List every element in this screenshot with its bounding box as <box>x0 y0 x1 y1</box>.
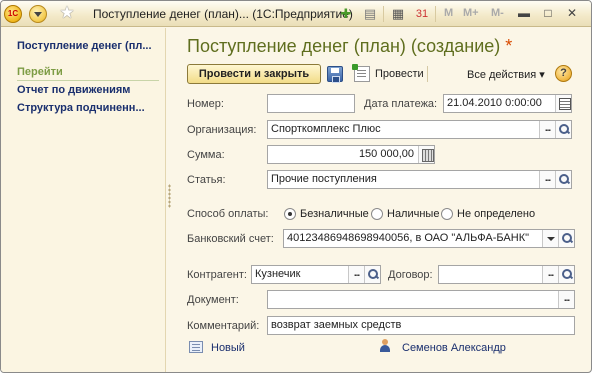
main-menu-icon[interactable] <box>29 5 47 23</box>
select-dots-icon[interactable]: ... <box>348 266 364 283</box>
toolbar-divider <box>435 6 436 22</box>
toolbar-divider <box>383 6 384 22</box>
help-icon[interactable]: ? <box>555 65 572 82</box>
form-area: Поступление денег (план) (создание) * Пр… <box>171 28 591 372</box>
logo-1c-icon[interactable]: 1С <box>4 5 22 23</box>
select-dots-icon[interactable]: ... <box>539 171 555 188</box>
sidebar-section-goto: Перейти <box>17 66 159 81</box>
contract-field[interactable]: ... <box>438 265 575 284</box>
dropdown-arrow-icon[interactable] <box>542 230 558 247</box>
maximize-icon[interactable]: □ <box>539 5 557 22</box>
comment-label: Комментарий: <box>187 320 260 332</box>
radio-cash-label[interactable]: Наличные <box>387 208 439 220</box>
post-document-icon[interactable] <box>352 64 370 82</box>
amount-field[interactable]: 150 000,00 <box>267 145 435 164</box>
counterparty-field[interactable]: Кузнечик ... <box>251 265 381 284</box>
app-window: 1С ★ Поступление денег (план)... (1С:Пре… <box>0 0 592 373</box>
bank-account-value: 40123486948698940056, в ОАО "АЛЬФА-БАНК" <box>287 232 529 244</box>
search-icon[interactable] <box>364 266 380 283</box>
article-label: Статья: <box>187 174 226 186</box>
all-actions-label: Все действия <box>467 69 537 81</box>
article-value: Прочие поступления <box>271 173 377 185</box>
calculator-icon[interactable]: ▦ <box>389 5 407 23</box>
radio-cashless[interactable] <box>284 208 296 220</box>
organization-field[interactable]: Спорткомплекс Плюс ... <box>267 120 572 139</box>
counterparty-label: Контрагент: <box>187 269 247 281</box>
document-label: Документ: <box>187 294 239 306</box>
title-bar: 1С ★ Поступление денег (план)... (1С:Пре… <box>1 1 591 27</box>
payment-method-label: Способ оплаты: <box>187 208 269 220</box>
search-icon[interactable] <box>558 266 574 283</box>
organization-value: Спорткомплекс Плюс <box>271 123 381 135</box>
minimize-icon[interactable]: ▬ <box>515 5 533 22</box>
document-status: Новый <box>211 342 245 354</box>
select-dots-icon[interactable]: ... <box>539 121 555 138</box>
post-and-close-button[interactable]: Провести и закрыть <box>187 64 321 84</box>
bank-account-field[interactable]: 40123486948698940056, в ОАО "АЛЬФА-БАНК" <box>283 229 575 248</box>
number-label: Номер: <box>187 98 224 110</box>
calendar-icon[interactable] <box>555 95 571 112</box>
search-icon[interactable] <box>555 171 571 188</box>
author-name: Семенов Александр <box>402 342 506 354</box>
memory-button-m-minus[interactable]: M- <box>491 7 504 19</box>
sidebar-link-structure[interactable]: Структура подчиненн... <box>17 102 145 114</box>
calendar-icon[interactable]: 31 <box>413 5 431 23</box>
number-field[interactable] <box>267 94 355 113</box>
comment-field[interactable]: возврат заемных средств <box>267 316 575 335</box>
save-icon[interactable] <box>327 66 343 83</box>
sidebar-link-movements-report[interactable]: Отчет по движениям <box>17 84 130 96</box>
select-dots-icon[interactable]: ... <box>542 266 558 283</box>
radio-cash[interactable] <box>371 208 383 220</box>
add-favorite-icon[interactable]: ✚ <box>337 5 355 23</box>
organization-label: Организация: <box>187 124 257 136</box>
document-status-icon <box>189 341 203 353</box>
toolbar-divider <box>427 66 428 82</box>
amount-label: Сумма: <box>187 149 225 161</box>
post-button[interactable]: Провести <box>375 68 424 80</box>
sidebar: Поступление денег (пл... Перейти Отчет п… <box>1 28 166 372</box>
radio-undefined[interactable] <box>441 208 453 220</box>
form-title: Поступление денег (план) (создание) * <box>187 36 512 57</box>
form-title-text: Поступление денег (план) (создание) <box>187 36 501 56</box>
close-icon[interactable]: ✕ <box>563 5 581 22</box>
favorite-star-icon[interactable]: ★ <box>58 4 76 23</box>
radio-cashless-label[interactable]: Безналичные <box>300 208 369 220</box>
search-icon[interactable] <box>555 121 571 138</box>
payment-date-value: 21.04.2010 0:00:00 <box>447 97 542 109</box>
amount-value: 150 000,00 <box>358 148 414 160</box>
memory-button-m-plus[interactable]: M+ <box>463 7 479 19</box>
history-icon[interactable]: ▤ <box>361 5 379 23</box>
payment-date-field[interactable]: 21.04.2010 0:00:00 <box>443 94 572 113</box>
payment-date-label: Дата платежа: <box>364 98 438 110</box>
radio-undefined-label[interactable]: Не определено <box>457 208 535 220</box>
search-icon[interactable] <box>558 230 574 247</box>
calculator-icon[interactable] <box>418 146 434 163</box>
user-icon <box>379 339 391 353</box>
memory-button-m[interactable]: M <box>444 7 453 19</box>
select-dots-icon[interactable]: ... <box>558 291 574 308</box>
counterparty-value: Кузнечик <box>255 268 301 280</box>
sidebar-header[interactable]: Поступление денег (пл... <box>17 40 152 52</box>
document-field[interactable]: ... <box>267 290 575 309</box>
modified-mark: * <box>505 36 513 56</box>
bank-account-label: Банковский счет: <box>187 233 274 245</box>
all-actions-menu[interactable]: Все действия ▾ <box>467 68 545 81</box>
chevron-down-icon: ▾ <box>539 69 545 81</box>
article-field[interactable]: Прочие поступления ... <box>267 170 572 189</box>
window-title: Поступление денег (план)... (1С:Предприя… <box>93 7 353 21</box>
contract-label: Договор: <box>388 269 433 281</box>
